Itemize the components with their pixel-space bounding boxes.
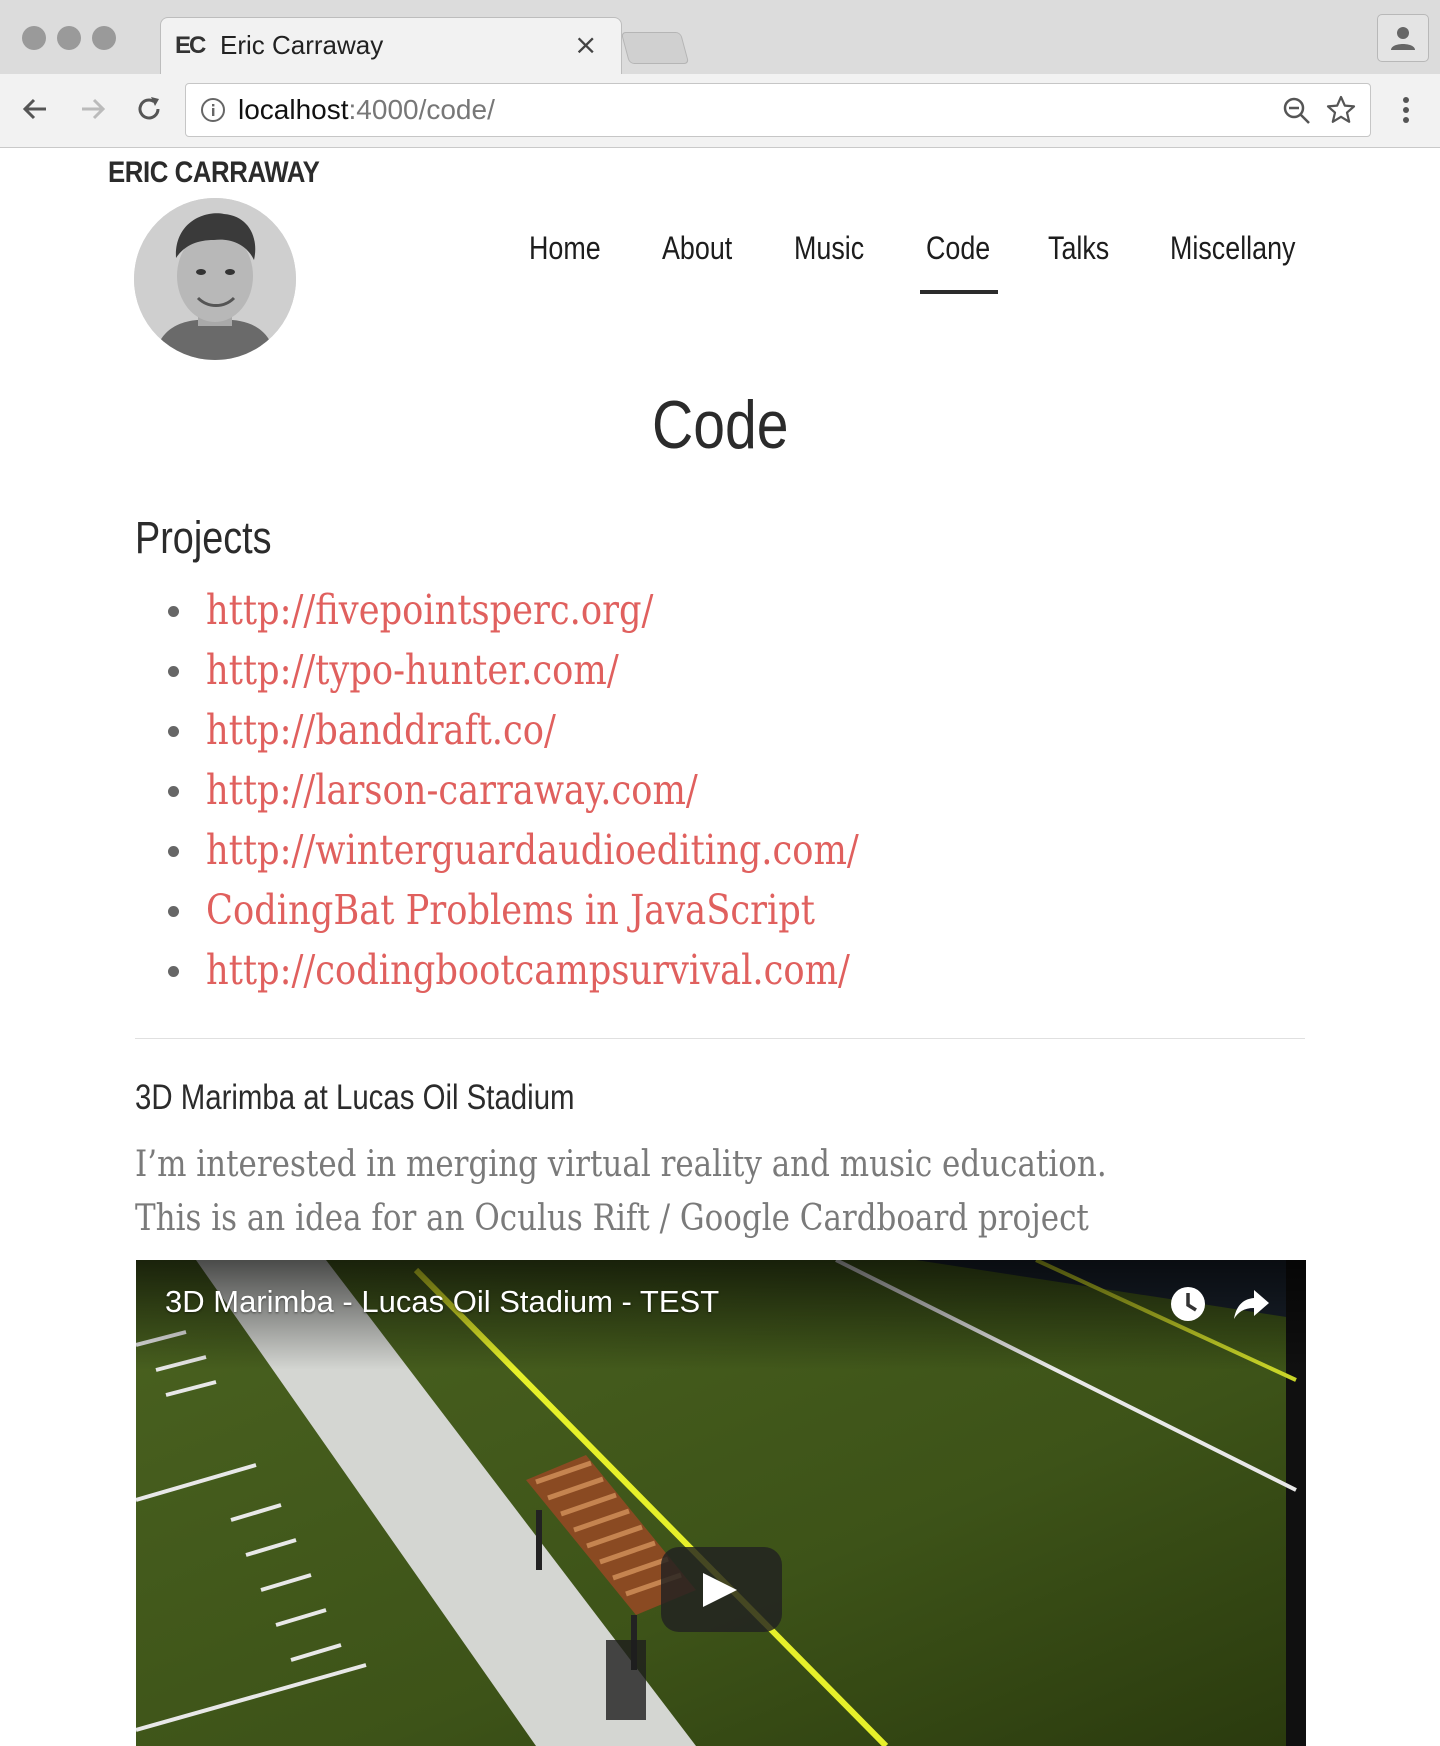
bullet [168,786,179,797]
nav-music[interactable]: Music [794,230,864,267]
window-minimize-button[interactable] [57,26,81,50]
bookmark-star-icon[interactable] [1326,95,1356,125]
bullet [168,606,179,617]
project-link[interactable]: http://winterguardaudioediting.com/ [206,826,859,874]
tab-close-icon[interactable]: × [574,28,597,61]
bullet [168,666,179,677]
project-link[interactable]: CodingBat Problems in JavaScript [206,886,815,934]
project-link[interactable]: http://codingbootcampsurvival.com/ [206,946,850,994]
play-icon [703,1573,737,1607]
favicon-icon: EC [175,32,206,59]
nav-code[interactable]: Code [926,230,990,267]
menu-dots-icon[interactable] [1395,96,1417,126]
post-body: I’m interested in merging virtual realit… [135,1144,1107,1239]
address-bar[interactable]: localhost:4000/code/ [185,83,1371,137]
info-icon[interactable] [200,97,226,123]
video-thumbnail [136,1260,1306,1746]
divider [135,1038,1305,1039]
bullet [168,906,179,917]
active-nav-indicator [920,290,998,294]
share-icon[interactable] [1232,1284,1272,1324]
window-maximize-button[interactable] [92,26,116,50]
project-link[interactable]: http://larson-carraway.com/ [206,766,698,814]
url-text: localhost:4000/code/ [238,94,495,125]
project-link[interactable]: http://typo-hunter.com/ [206,646,619,694]
window-close-button[interactable] [22,26,46,50]
nav-miscellany[interactable]: Miscellany [1170,230,1295,267]
page-title: Code [651,387,789,463]
video-title[interactable]: 3D Marimba - Lucas Oil Stadium - TEST [165,1284,719,1320]
profile-button[interactable] [1377,14,1429,62]
nav-talks[interactable]: Talks [1048,230,1109,267]
nav-about[interactable]: About [662,230,732,267]
tab-title: Eric Carraway [220,30,384,60]
main-nav: Home About Music Code Talks Miscellany [0,230,1440,300]
browser-tab-strip: EC Eric Carraway × [0,0,1440,76]
projects-heading: Projects [135,512,272,563]
back-arrow-icon[interactable] [20,94,50,124]
nav-home[interactable]: Home [529,230,601,267]
bullet [168,966,179,977]
reload-icon[interactable] [134,94,164,124]
watch-later-icon[interactable] [1168,1284,1208,1324]
forward-arrow-icon[interactable] [78,94,108,124]
person-icon [1391,27,1415,50]
project-link[interactable]: http://banddraft.co/ [206,706,556,754]
play-button[interactable] [661,1547,782,1632]
site-brand[interactable]: ERIC CARRAWAY [108,156,320,190]
bullet [168,726,179,737]
new-tab-button[interactable] [620,32,690,64]
bullet [168,846,179,857]
video-embed[interactable]: 3D Marimba - Lucas Oil Stadium - TEST [136,1260,1306,1746]
project-link[interactable]: http://fivepointsperc.org/ [206,586,653,634]
zoom-out-icon[interactable] [1282,96,1312,126]
post-title: 3D Marimba at Lucas Oil Stadium [135,1078,575,1117]
browser-toolbar: localhost:4000/code/ [0,74,1440,148]
